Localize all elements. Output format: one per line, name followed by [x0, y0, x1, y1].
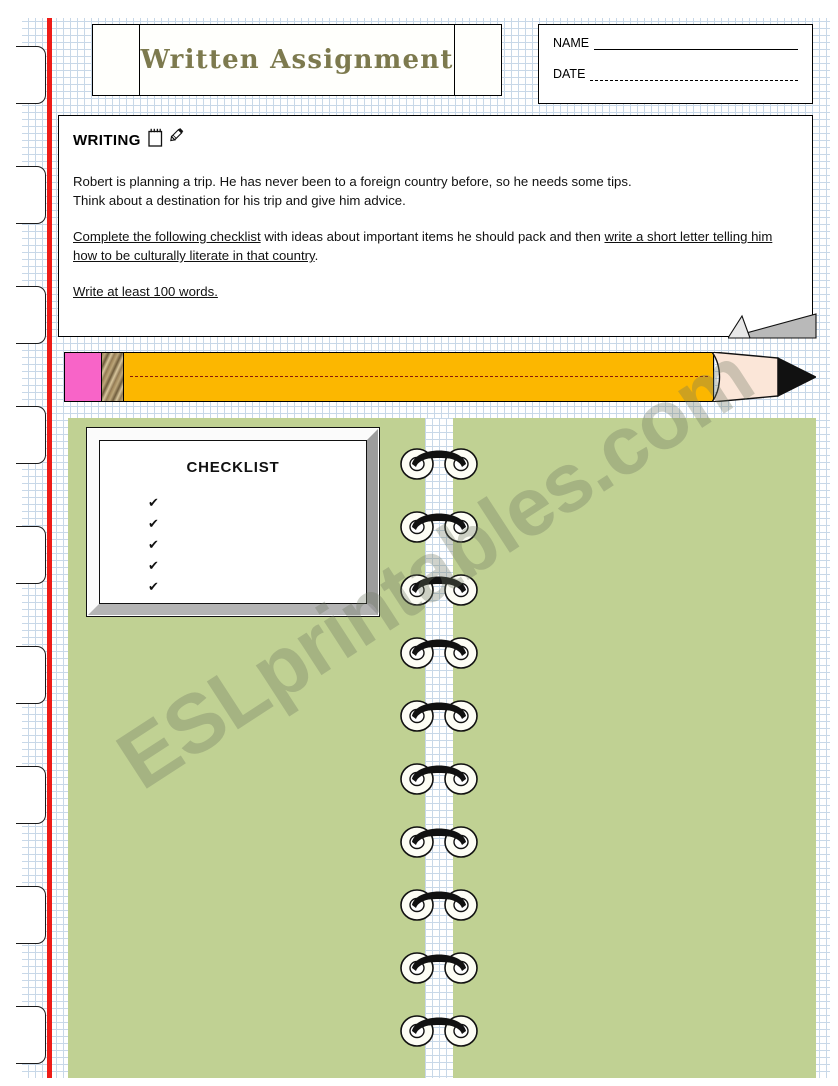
spiral-ring: [400, 629, 478, 677]
spiral-ring: [400, 755, 478, 803]
spiral-ring: [400, 818, 478, 866]
spiral-ring: [400, 1007, 478, 1055]
worksheet-page: Written Assignment NAME DATE WRITING Rob…: [0, 0, 838, 1086]
spiral-binding-rings: [0, 0, 838, 1086]
spiral-ring: [400, 566, 478, 614]
spiral-ring: [400, 440, 478, 488]
spiral-ring: [400, 881, 478, 929]
spiral-ring: [400, 944, 478, 992]
spiral-ring: [400, 692, 478, 740]
spiral-ring: [400, 503, 478, 551]
